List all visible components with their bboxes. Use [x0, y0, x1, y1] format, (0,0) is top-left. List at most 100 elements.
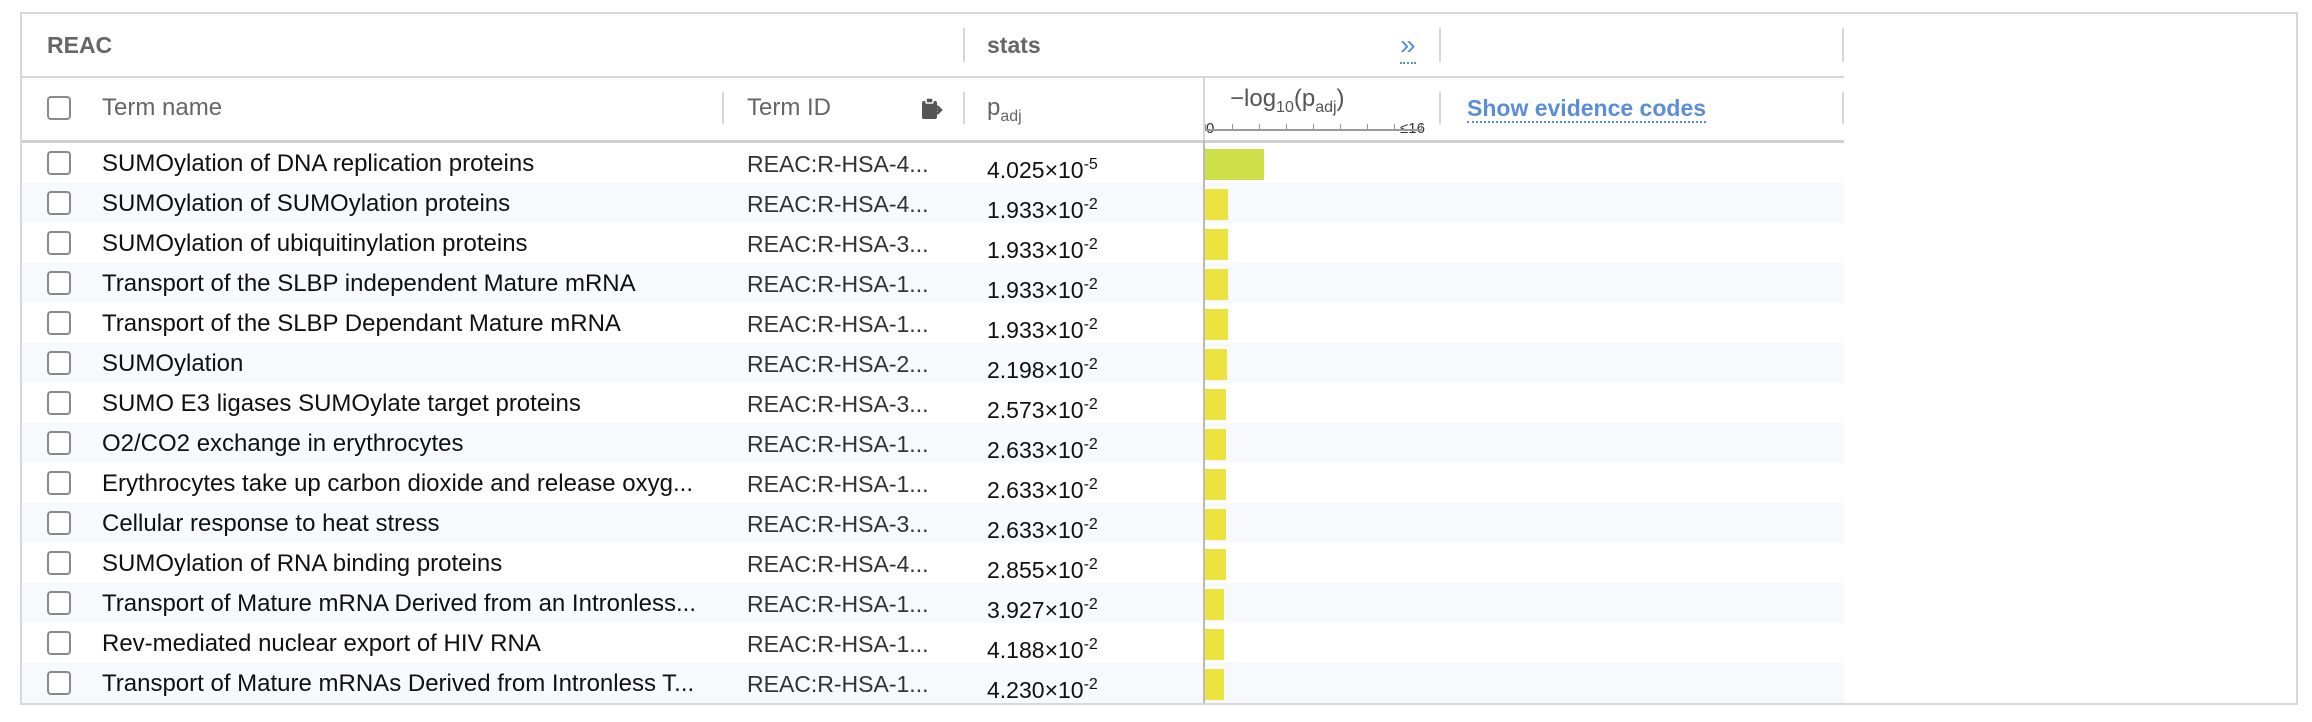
neglog-bar: [1205, 309, 1229, 340]
padj-value: 2.633×10-2: [987, 463, 1098, 503]
term-name[interactable]: Rev-mediated nuclear export of HIV RNA: [102, 623, 732, 663]
neglog-header[interactable]: −log10(padj): [1230, 67, 1345, 131]
term-id[interactable]: REAC:R-HSA-1...: [747, 463, 947, 503]
term-name[interactable]: SUMOylation of SUMOylation proteins: [102, 183, 732, 223]
row-checkbox[interactable]: [47, 431, 71, 455]
divider: [1842, 28, 1844, 62]
term-name[interactable]: SUMOylation of DNA replication proteins: [102, 143, 732, 183]
padj-mantissa: 1.933: [987, 237, 1045, 263]
table-row[interactable]: O2/CO2 exchange in erythrocytes REAC:R-HS…: [22, 423, 1844, 463]
copy-clipboard-icon[interactable]: [917, 96, 943, 127]
row-checkbox[interactable]: [47, 351, 71, 375]
term-name[interactable]: Transport of the SLBP independent Mature…: [102, 263, 732, 303]
row-checkbox[interactable]: [47, 591, 71, 615]
row-checkbox[interactable]: [47, 631, 71, 655]
term-id[interactable]: REAC:R-HSA-1...: [747, 663, 947, 703]
padj-exponent: -2: [1083, 236, 1098, 253]
table-row[interactable]: Transport of the SLBP independent Mature…: [22, 263, 1844, 303]
row-checkbox[interactable]: [47, 231, 71, 255]
row-checkbox[interactable]: [47, 271, 71, 295]
row-checkbox[interactable]: [47, 151, 71, 175]
show-evidence-codes-link[interactable]: Show evidence codes: [1467, 76, 1707, 140]
row-checkbox[interactable]: [47, 551, 71, 575]
term-name[interactable]: Transport of the SLBP Dependant Mature m…: [102, 303, 732, 343]
axis-tick: [1286, 124, 1287, 131]
divider: [1842, 92, 1844, 124]
times-sign: ×10: [1044, 397, 1084, 423]
term-id[interactable]: REAC:R-HSA-1...: [747, 623, 947, 663]
padj-header-sub: adj: [1000, 107, 1022, 125]
padj-mantissa: 2.633: [987, 477, 1045, 503]
table-row[interactable]: Erythrocytes take up carbon dioxide and …: [22, 463, 1844, 503]
term-id[interactable]: REAC:R-HSA-3...: [747, 503, 947, 543]
term-id[interactable]: REAC:R-HSA-1...: [747, 263, 947, 303]
table-row[interactable]: SUMOylation of RNA binding proteins REAC:…: [22, 543, 1844, 583]
expand-stats-icon[interactable]: »: [1400, 28, 1416, 64]
term-name[interactable]: Transport of Mature mRNAs Derived from I…: [102, 663, 732, 703]
select-all-checkbox[interactable]: [47, 96, 71, 120]
row-checkbox[interactable]: [47, 311, 71, 335]
neglog-bar: [1205, 509, 1227, 540]
neglog-base: 10: [1276, 98, 1294, 116]
padj-mantissa: 4.188: [987, 637, 1045, 663]
table-row[interactable]: Transport of the SLBP Dependant Mature m…: [22, 303, 1844, 343]
row-checkbox[interactable]: [47, 511, 71, 535]
neglog-bar: [1205, 189, 1229, 220]
term-id[interactable]: REAC:R-HSA-1...: [747, 423, 947, 463]
neglog-bar: [1205, 629, 1224, 660]
padj-header[interactable]: padj: [987, 76, 1022, 140]
results-table: REAC stats » Term name Term ID padj −log…: [20, 12, 2298, 705]
padj-mantissa: 2.198: [987, 357, 1045, 383]
term-id[interactable]: REAC:R-HSA-3...: [747, 223, 947, 263]
term-name[interactable]: SUMOylation: [102, 343, 732, 383]
divider: [1439, 92, 1441, 124]
table-row[interactable]: SUMOylation of DNA replication proteins R…: [22, 143, 1844, 183]
term-id[interactable]: REAC:R-HSA-2...: [747, 343, 947, 383]
term-id[interactable]: REAC:R-HSA-1...: [747, 303, 947, 343]
neglog-bar: [1205, 149, 1265, 180]
table-row[interactable]: SUMOylation of SUMOylation proteins REAC:…: [22, 183, 1844, 223]
padj-mantissa: 2.633: [987, 517, 1045, 543]
table-row[interactable]: Transport of Mature mRNA Derived from an…: [22, 583, 1844, 623]
term-id[interactable]: REAC:R-HSA-4...: [747, 143, 947, 183]
axis-tick: [1394, 124, 1395, 131]
table-row[interactable]: SUMO E3 ligases SUMOylate target protein…: [22, 383, 1844, 423]
term-name[interactable]: O2/CO2 exchange in erythrocytes: [102, 423, 732, 463]
row-checkbox[interactable]: [47, 471, 71, 495]
padj-mantissa: 2.573: [987, 397, 1045, 423]
padj-mantissa: 3.927: [987, 597, 1045, 623]
neglog-sub: adj: [1315, 98, 1337, 116]
table-row[interactable]: Transport of Mature mRNAs Derived from I…: [22, 663, 1844, 703]
times-sign: ×10: [1044, 317, 1084, 343]
term-id[interactable]: REAC:R-HSA-4...: [747, 543, 947, 583]
times-sign: ×10: [1044, 437, 1084, 463]
times-sign: ×10: [1044, 357, 1084, 383]
term-name[interactable]: Transport of Mature mRNA Derived from an…: [102, 583, 732, 623]
neglog-bar: [1205, 549, 1226, 580]
table-row[interactable]: SUMOylation of ubiquitinylation proteins…: [22, 223, 1844, 263]
term-name[interactable]: SUMOylation of RNA binding proteins: [102, 543, 732, 583]
padj-value: 4.230×10-2: [987, 663, 1098, 703]
padj-exponent: -2: [1083, 636, 1098, 653]
times-sign: ×10: [1044, 477, 1084, 503]
term-id[interactable]: REAC:R-HSA-1...: [747, 583, 947, 623]
padj-exponent: -2: [1083, 436, 1098, 453]
term-id-header[interactable]: Term ID: [747, 76, 831, 140]
term-id[interactable]: REAC:R-HSA-4...: [747, 183, 947, 223]
table-row[interactable]: Rev-mediated nuclear export of HIV RNA RE…: [22, 623, 1844, 663]
neglog-bar: [1205, 349, 1228, 380]
term-name[interactable]: Erythrocytes take up carbon dioxide and …: [102, 463, 732, 503]
divider: [1439, 28, 1441, 62]
row-checkbox[interactable]: [47, 391, 71, 415]
row-checkbox[interactable]: [47, 191, 71, 215]
axis-tick: [1205, 124, 1206, 131]
table-row[interactable]: Cellular response to heat stress REAC:R-H…: [22, 503, 1844, 543]
column-header-row: Term name Term ID padj −log10(padj) 0 ≤1…: [22, 76, 1844, 143]
term-name[interactable]: Cellular response to heat stress: [102, 503, 732, 543]
term-id[interactable]: REAC:R-HSA-3...: [747, 383, 947, 423]
table-row[interactable]: SUMOylation REAC:R-HSA-2... 2.198×10-2: [22, 343, 1844, 383]
term-name[interactable]: SUMOylation of ubiquitinylation proteins: [102, 223, 732, 263]
term-name[interactable]: SUMO E3 ligases SUMOylate target protein…: [102, 383, 732, 423]
row-checkbox[interactable]: [47, 671, 71, 695]
term-name-header[interactable]: Term name: [102, 76, 222, 140]
